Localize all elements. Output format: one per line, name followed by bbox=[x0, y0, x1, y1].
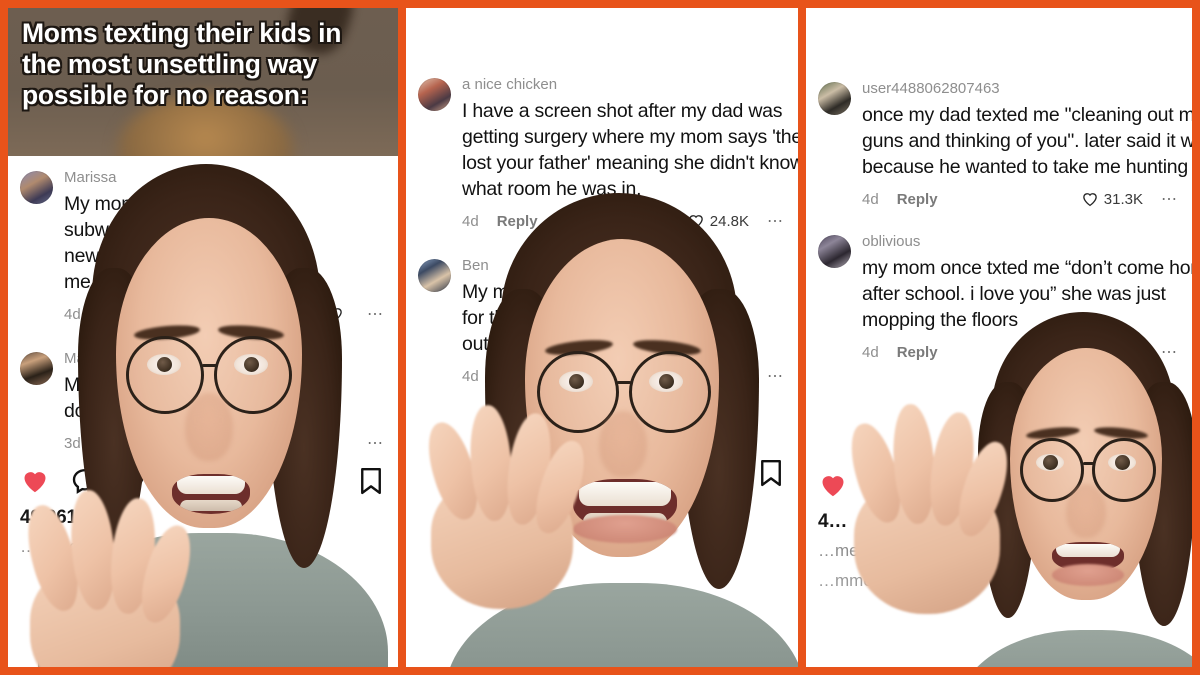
post-action-bar: 49,961 likes …17 comments bbox=[8, 456, 398, 557]
comment-reply-button[interactable]: Reply bbox=[897, 344, 938, 361]
video-panel-3[interactable]: user4488062807463 once my dad texted me … bbox=[802, 0, 1200, 675]
heart-filled-icon[interactable] bbox=[818, 470, 848, 500]
comment-text-line: what room he was in. bbox=[462, 178, 642, 201]
comment-options-icon[interactable]: ⋯ bbox=[767, 211, 784, 231]
comment-reply-button[interactable]: Rep… bbox=[99, 435, 142, 452]
comment-timestamp: 4d bbox=[862, 190, 879, 208]
comment-meta: 4d Reply 31.3K ⋯ bbox=[862, 189, 1178, 209]
comment-item[interactable]: oblivious my mom once txted me “don’t co… bbox=[806, 213, 1192, 366]
comment-meta: 4d Reply ⋯ bbox=[64, 304, 384, 324]
comment-item[interactable]: Ben My m… ”thanks for th… …d turns out s… bbox=[406, 235, 798, 390]
share-paperplane-icon[interactable] bbox=[120, 466, 150, 496]
post-action-bar: 4… …ments …mment… …ist and tripridetn bbox=[806, 460, 1192, 667]
comment-text-line: My m… ”thanks bbox=[462, 281, 596, 303]
comment-text-line: once my dad texted me "cleaning out my bbox=[862, 103, 1192, 126]
comment-timestamp: 3d bbox=[64, 434, 81, 452]
post-likes-count: 49,961 likes bbox=[20, 507, 124, 528]
comment-like-button[interactable]: 31.3K bbox=[1081, 190, 1143, 208]
heart-outline-icon bbox=[688, 215, 703, 229]
comment-username[interactable]: Ben bbox=[462, 257, 784, 276]
comment-options-icon[interactable]: ⋯ bbox=[367, 433, 384, 453]
comment-username[interactable]: Maryi… bbox=[64, 350, 384, 369]
caption-band: Moms texting their kids in the most unse… bbox=[8, 8, 398, 156]
comment-text-line: I have a screen shot after my dad was bbox=[462, 99, 783, 122]
avatar[interactable] bbox=[20, 352, 53, 386]
post-action-bar bbox=[406, 448, 798, 488]
avatar[interactable] bbox=[818, 82, 851, 115]
comment-like-button[interactable]: 71.8K bbox=[1081, 343, 1143, 361]
comment-text-line: My m… …nt bbox=[64, 374, 171, 396]
heart-outline-icon bbox=[1082, 193, 1097, 207]
comment-like-count: 24.8K bbox=[709, 212, 749, 230]
comment-meta: 4d Reply 71.8K ⋯ bbox=[862, 342, 1178, 362]
comment-reply-button[interactable]: Reply bbox=[497, 213, 538, 230]
comment-username[interactable]: a nice chicken bbox=[462, 76, 784, 95]
comment-options-icon[interactable]: ⋯ bbox=[367, 304, 384, 324]
comment-meta: 3d Rep… ⋯ bbox=[64, 433, 384, 453]
comment-item[interactable]: a nice chicken I have a screen shot afte… bbox=[406, 8, 798, 235]
comment-text-line: after school. i love you” she was just bbox=[862, 283, 1166, 305]
comment-feed-3: user4488062807463 once my dad texted me … bbox=[806, 8, 1192, 667]
comment-text-line: me with… bbox=[64, 271, 149, 294]
comment-username[interactable]: Marissa bbox=[64, 169, 384, 188]
comment-like-button[interactable]: ….3K bbox=[711, 368, 749, 385]
post-comments-count[interactable]: …ments bbox=[818, 541, 1178, 561]
comment-feed-2: a nice chicken I have a screen shot afte… bbox=[406, 8, 798, 667]
comment-text-line: news art… …ed it bbox=[64, 245, 215, 267]
comment-options-icon[interactable]: ⋯ bbox=[1161, 342, 1178, 362]
comment-text-line: getting surgery where my mom says 'they bbox=[462, 125, 798, 148]
post-likes-count: 4… bbox=[818, 511, 848, 532]
comment-like-count: 31.3K bbox=[1103, 190, 1143, 208]
comment-text-line: subways wh… …ut a bbox=[64, 218, 243, 241]
heart-filled-icon[interactable] bbox=[20, 466, 50, 496]
comment-like-count: ….3K bbox=[711, 367, 749, 385]
comment-text-line: because he wanted to take me hunting bbox=[862, 156, 1188, 178]
comment-text-line: out s… bbox=[462, 333, 523, 356]
three-panel-video-collage: Moms texting their kids in the most unse… bbox=[0, 0, 1200, 675]
heart-outline-icon bbox=[328, 308, 342, 322]
comment-like-button[interactable] bbox=[326, 305, 349, 323]
comment-reply-button[interactable]: Reply bbox=[897, 191, 938, 208]
comment-timestamp: 4d bbox=[462, 367, 479, 385]
post-comments-count[interactable]: …17 comments bbox=[20, 537, 384, 557]
bookmark-icon[interactable] bbox=[358, 466, 384, 496]
comment-text-line: lost your father' meaning she didn't kno… bbox=[462, 152, 798, 174]
avatar[interactable] bbox=[418, 259, 451, 293]
comment-timestamp: 4d bbox=[462, 212, 479, 230]
avatar[interactable] bbox=[818, 235, 851, 269]
comment-reply-button[interactable]: Reply bbox=[99, 306, 140, 323]
comment-item[interactable]: Maryi… My m… …nt down”… 3d Rep… ⋯ bbox=[8, 328, 398, 457]
bookmark-icon[interactable] bbox=[758, 458, 784, 488]
comment-text-line: mopping the floors bbox=[862, 309, 1018, 332]
heart-outline-icon bbox=[1082, 346, 1097, 360]
bookmark-icon[interactable] bbox=[1152, 470, 1178, 500]
video-panel-1[interactable]: Moms texting their kids in the most unse… bbox=[0, 0, 402, 675]
comment-text-line: down”… bbox=[64, 400, 136, 423]
comment-text-line: guns and thinking of you". later said it… bbox=[862, 129, 1192, 152]
comment-text-line: my mom once txted me “don’t come hom bbox=[862, 256, 1192, 279]
comment-text-line: for th… …d turns bbox=[462, 307, 607, 330]
avatar[interactable] bbox=[418, 78, 451, 111]
comment-meta: 4d Reply 24.8K ⋯ bbox=[462, 211, 784, 231]
comment-bubble-icon[interactable] bbox=[70, 466, 100, 496]
video-caption-text: Moms texting their kids in the most unse… bbox=[22, 18, 342, 110]
comment-feed-1: Marissa My mom was w… …NYC subways wh… …… bbox=[8, 156, 398, 667]
comment-options-icon[interactable]: ⋯ bbox=[767, 366, 784, 386]
comment-username[interactable]: user4488062807463 bbox=[862, 80, 1178, 99]
comment-like-button[interactable]: 24.8K bbox=[687, 212, 749, 230]
video-panel-2[interactable]: a nice chicken I have a screen shot afte… bbox=[402, 0, 802, 675]
comment-text-line: My mom was w… …NYC bbox=[64, 192, 280, 215]
avatar[interactable] bbox=[20, 171, 53, 204]
add-comment-input[interactable]: …mment… bbox=[818, 571, 1178, 591]
comment-meta: 4d ….3K ⋯ bbox=[462, 366, 784, 386]
comment-timestamp: 4d bbox=[862, 343, 879, 361]
comment-options-icon[interactable]: ⋯ bbox=[1161, 189, 1178, 209]
comment-like-count: 71.8K bbox=[1103, 343, 1143, 361]
comment-username[interactable]: oblivious bbox=[862, 233, 1178, 252]
comment-timestamp: 4d bbox=[64, 305, 81, 323]
comment-item[interactable]: Marissa My mom was w… …NYC subways wh… …… bbox=[8, 156, 398, 328]
share-paperplane-icon[interactable] bbox=[932, 470, 962, 500]
comment-item[interactable]: user4488062807463 once my dad texted me … bbox=[806, 8, 1192, 213]
